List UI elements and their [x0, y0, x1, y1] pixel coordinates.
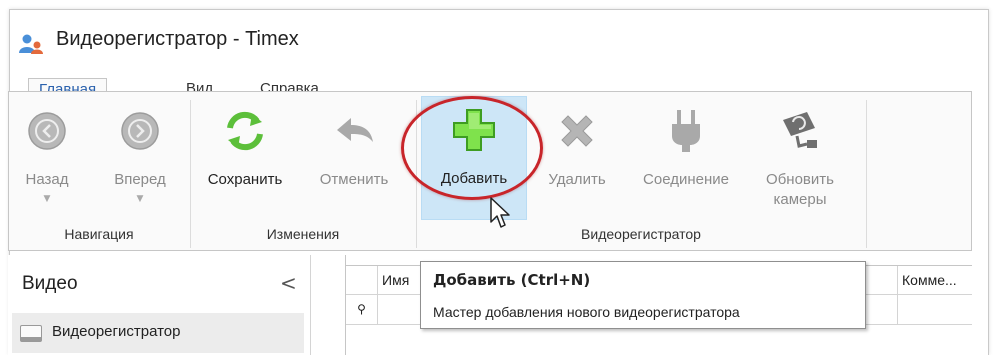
group-label-recorder: Видеорегистратор — [581, 226, 701, 242]
app-users-icon — [19, 34, 43, 54]
add-tooltip: Добавить (Ctrl+N) Мастер добавления ново… — [420, 261, 866, 329]
mouse-cursor-icon — [490, 197, 510, 228]
chevron-down-icon: ▼ — [136, 194, 144, 204]
save-button[interactable]: Сохранить — [199, 98, 291, 218]
refresh-cameras-line1: Обновить — [766, 171, 834, 188]
delete-button[interactable]: Удалить — [537, 98, 617, 218]
undo-icon — [337, 118, 373, 142]
pane-item-recorder[interactable]: Видеорегистратор — [12, 313, 304, 353]
collapse-pane-button[interactable]: < — [280, 271, 297, 295]
save-label: Сохранить — [207, 171, 283, 188]
column-comment[interactable]: Комме... — [898, 266, 973, 295]
pin-icon[interactable]: ⚲ — [346, 295, 378, 325]
refresh-cameras-button[interactable]: Обновить камеры — [755, 98, 845, 218]
cancel-button[interactable]: Отменить — [309, 98, 399, 218]
annotation-circle — [401, 96, 543, 200]
tooltip-title: Добавить (Ctrl+N) — [433, 271, 591, 289]
camera-refresh-icon — [783, 112, 817, 148]
group-navigation: Назад ▼ Вперед ▼ Навигация — [9, 92, 189, 250]
window-title: Видеорегистратор - Timex — [56, 28, 299, 50]
back-button[interactable]: Назад ▼ — [19, 98, 75, 218]
delete-label: Удалить — [548, 171, 606, 188]
x-icon — [561, 115, 593, 147]
pane-title: Видео — [22, 273, 78, 294]
connect-button[interactable]: Соединение — [627, 98, 745, 218]
refresh-cameras-label: Обновить камеры — [755, 170, 845, 210]
filter-comment[interactable] — [898, 295, 973, 325]
group-changes: Сохранить Отменить Изменения — [191, 92, 415, 250]
connect-label: Соединение — [643, 171, 729, 188]
plug-icon — [672, 110, 700, 152]
navigation-pane: Видео < Видеорегистратор — [8, 255, 311, 355]
chevron-down-icon: ▼ — [43, 194, 51, 204]
refresh-icon — [227, 111, 263, 151]
title-bar: Видеорегистратор - Timex — [10, 10, 988, 72]
cancel-label: Отменить — [319, 171, 389, 188]
arrow-right-icon — [121, 112, 159, 150]
group-label-navigation: Навигация — [64, 226, 134, 242]
grid-corner — [346, 266, 378, 295]
back-label: Назад — [25, 171, 69, 188]
hdd-icon — [20, 325, 42, 342]
group-label-changes: Изменения — [266, 226, 340, 242]
tooltip-body: Мастер добавления нового видеорегистрато… — [433, 304, 740, 320]
group-divider — [866, 100, 867, 248]
forward-button[interactable]: Вперед ▼ — [107, 98, 173, 218]
refresh-cameras-line2: камеры — [773, 191, 827, 208]
forward-label: Вперед — [114, 171, 166, 188]
pane-item-label: Видеорегистратор — [52, 323, 181, 340]
arrow-left-icon — [28, 112, 66, 150]
